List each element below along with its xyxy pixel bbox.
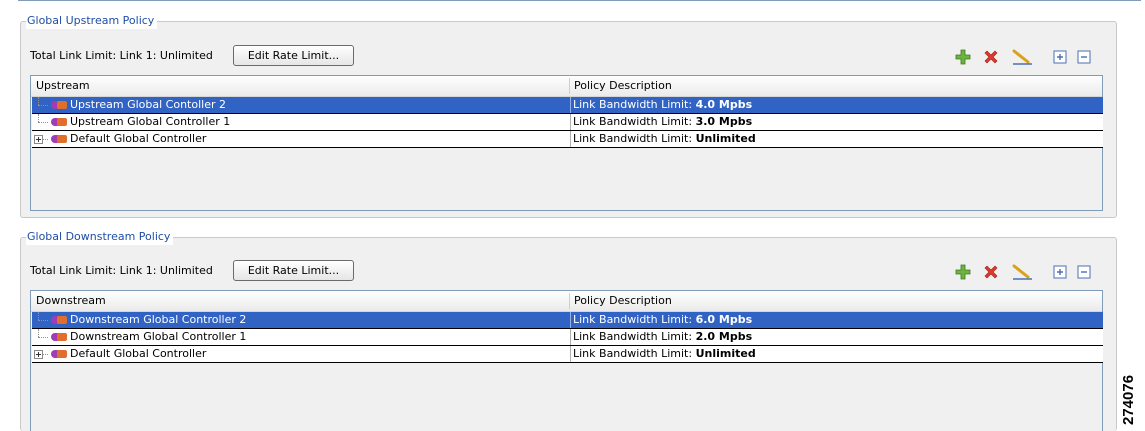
tree-line xyxy=(38,329,39,337)
description-value: 4.0 Mpbs xyxy=(695,98,753,111)
downstream-policy-group: Global Downstream Policy Total Link Limi… xyxy=(20,229,1117,431)
tree-line xyxy=(43,354,48,355)
row-name: Upstream Global Contoller 2 xyxy=(70,98,226,111)
upstream-policy-legend: Global Upstream Policy xyxy=(26,13,158,29)
table-row[interactable]: Upstream Global Contoller 2 Link Bandwid… xyxy=(32,97,1103,114)
tree-line xyxy=(38,337,48,338)
downstream-edit-rate-limit-button[interactable]: Edit Rate Limit... xyxy=(233,260,354,281)
tree-cell: Default Global Controller xyxy=(32,131,570,147)
tree-line xyxy=(38,97,39,105)
tree-cell: Default Global Controller xyxy=(32,346,570,362)
downstream-rows: Downstream Global Controller 2 Link Band… xyxy=(32,312,1103,363)
add-icon[interactable] xyxy=(955,49,971,65)
tree-cell: Downstream Global Controller 2 xyxy=(32,312,570,328)
upstream-edit-rate-limit-button[interactable]: Edit Rate Limit... xyxy=(233,45,354,66)
description-value: 2.0 Mpbs xyxy=(695,330,753,343)
description-label: Link Bandwidth Limit: xyxy=(573,132,696,145)
description-label: Link Bandwidth Limit: xyxy=(573,98,696,111)
expand-all-icon[interactable] xyxy=(1052,49,1068,65)
upstream-rows: Upstream Global Contoller 2 Link Bandwid… xyxy=(32,97,1103,148)
tree-cell: Upstream Global Contoller 2 xyxy=(32,97,570,113)
expand-node-icon[interactable] xyxy=(34,350,43,359)
tree-line xyxy=(38,312,39,320)
row-name: Default Global Controller xyxy=(70,132,207,145)
column-header-policy-description[interactable]: Policy Description xyxy=(569,76,672,96)
row-name: Downstream Global Controller 1 xyxy=(70,330,247,343)
collapse-all-icon[interactable] xyxy=(1076,264,1092,280)
description-label: Link Bandwidth Limit: xyxy=(573,347,696,360)
collapse-all-icon[interactable] xyxy=(1076,49,1092,65)
controller-icon xyxy=(51,101,67,109)
controller-icon xyxy=(51,118,67,126)
upstream-total-link-limit: Total Link Limit: Link 1: Unlimited xyxy=(30,49,213,62)
add-icon[interactable] xyxy=(955,264,971,280)
row-name: Default Global Controller xyxy=(70,347,207,360)
expand-all-icon[interactable] xyxy=(1052,264,1068,280)
description-value: Unlimited xyxy=(695,132,756,145)
row-description: Link Bandwidth Limit: 6.0 Mpbs xyxy=(570,312,752,328)
table-row[interactable]: Downstream Global Controller 2 Link Band… xyxy=(32,312,1103,329)
downstream-total-link-limit: Total Link Limit: Link 1: Unlimited xyxy=(30,264,213,277)
tree-line xyxy=(43,139,48,140)
downstream-policy-legend: Global Downstream Policy xyxy=(26,229,174,245)
upstream-table-header: Upstream Policy Description xyxy=(31,76,1102,97)
figure-number: 274076 xyxy=(1120,374,1137,425)
edit-icon[interactable] xyxy=(1011,49,1033,65)
table-row[interactable]: Upstream Global Controller 1 Link Bandwi… xyxy=(32,114,1103,131)
controller-icon xyxy=(51,316,67,324)
delete-icon[interactable] xyxy=(983,264,999,280)
description-value: 3.0 Mpbs xyxy=(695,115,753,128)
tree-cell: Downstream Global Controller 1 xyxy=(32,329,570,345)
tree-line xyxy=(38,320,48,321)
description-value: 6.0 Mpbs xyxy=(695,313,753,326)
tree-line xyxy=(38,114,39,122)
delete-icon[interactable] xyxy=(983,49,999,65)
column-header-upstream[interactable]: Upstream xyxy=(31,76,90,96)
downstream-table: Downstream Policy Description Downstream… xyxy=(30,290,1103,431)
row-description: Link Bandwidth Limit: 4.0 Mpbs xyxy=(570,97,752,113)
upstream-policy-group: Global Upstream Policy Total Link Limit:… xyxy=(20,13,1117,218)
edit-icon[interactable] xyxy=(1011,264,1033,280)
controller-icon xyxy=(51,350,67,358)
top-rule xyxy=(18,0,1141,1)
description-label: Link Bandwidth Limit: xyxy=(573,330,696,343)
expand-node-icon[interactable] xyxy=(34,135,43,144)
description-label: Link Bandwidth Limit: xyxy=(573,313,696,326)
table-row[interactable]: Default Global Controller Link Bandwidth… xyxy=(32,346,1103,363)
table-row[interactable]: Default Global Controller Link Bandwidth… xyxy=(32,131,1103,148)
controller-icon xyxy=(51,135,67,143)
tree-line xyxy=(38,122,48,123)
row-description: Link Bandwidth Limit: 3.0 Mpbs xyxy=(570,114,752,130)
column-header-policy-description[interactable]: Policy Description xyxy=(569,291,672,311)
downstream-table-header: Downstream Policy Description xyxy=(31,291,1102,312)
controller-icon xyxy=(51,333,67,341)
row-name: Downstream Global Controller 2 xyxy=(70,313,247,326)
column-header-downstream[interactable]: Downstream xyxy=(31,291,106,311)
table-row[interactable]: Downstream Global Controller 1 Link Band… xyxy=(32,329,1103,346)
row-description: Link Bandwidth Limit: Unlimited xyxy=(570,131,756,147)
upstream-table: Upstream Policy Description Upstream Glo… xyxy=(30,75,1103,211)
row-name: Upstream Global Controller 1 xyxy=(70,115,231,128)
tree-cell: Upstream Global Controller 1 xyxy=(32,114,570,130)
tree-line xyxy=(38,105,48,106)
row-description: Link Bandwidth Limit: Unlimited xyxy=(570,346,756,362)
description-value: Unlimited xyxy=(695,347,756,360)
row-description: Link Bandwidth Limit: 2.0 Mpbs xyxy=(570,329,752,345)
description-label: Link Bandwidth Limit: xyxy=(573,115,696,128)
